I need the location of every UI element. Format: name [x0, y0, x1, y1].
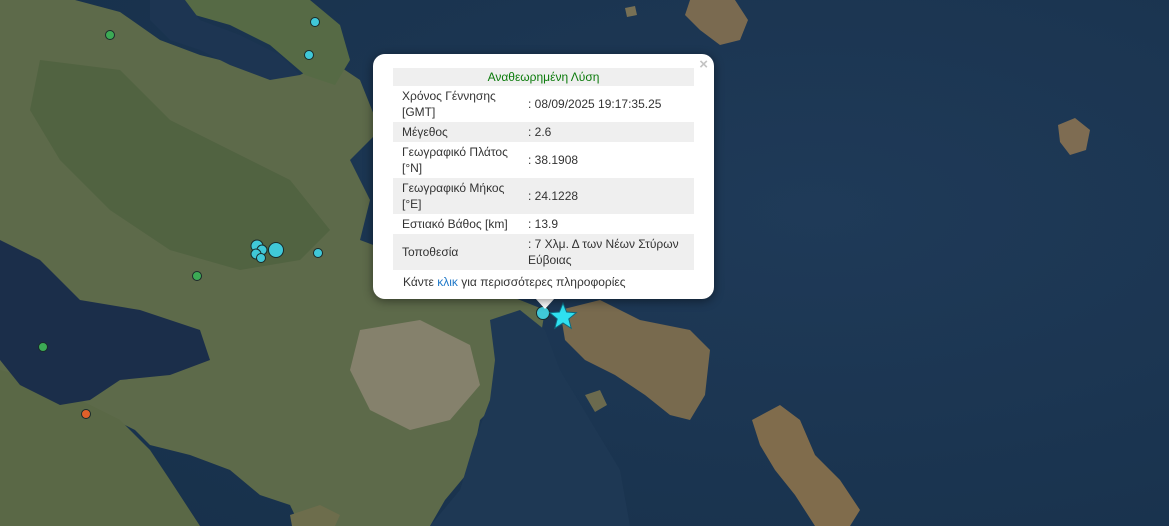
- quake-marker[interactable]: [304, 50, 314, 60]
- field-label: Τοποθεσία: [393, 234, 525, 270]
- info-table: Αναθεωρημένη Λύση Χρόνος Γέννησης [GMT] …: [393, 68, 695, 270]
- field-value: : 13.9: [528, 217, 559, 231]
- close-icon[interactable]: ×: [699, 56, 708, 74]
- popup-tip: [535, 298, 555, 309]
- field-value: : 08/09/2025 19:17:35.25: [528, 97, 662, 111]
- quake-marker[interactable]: [105, 30, 115, 40]
- field-value: : 38.1908: [528, 153, 579, 167]
- quake-marker[interactable]: [256, 253, 266, 263]
- field-label: Εστιακό Βάθος [km]: [402, 217, 508, 231]
- table-row: Τοποθεσία : 7 Χλμ. Δ των Νέων Στύρων Εύβ…: [393, 234, 695, 270]
- quake-marker[interactable]: [38, 342, 48, 352]
- field-label: Μέγεθος: [393, 122, 525, 142]
- field-label: Γεωγραφικό Πλάτος [°N]: [402, 145, 508, 175]
- earthquake-info-popup: × Αναθεωρημένη Λύση Χρόνος Γέννησης [GMT…: [373, 54, 714, 299]
- quake-marker[interactable]: [310, 17, 320, 27]
- quake-marker[interactable]: [81, 409, 91, 419]
- table-row: Μέγεθος : 2.6: [393, 122, 695, 142]
- field-value: : 2.6: [525, 122, 695, 142]
- field-value: : 7 Χλμ. Δ των Νέων Στύρων Εύβοιας: [525, 234, 695, 270]
- field-value: : 24.1228: [525, 178, 695, 214]
- table-row: Εστιακό Βάθος [km] : 13.9: [393, 214, 694, 234]
- more-info-prefix: Κάντε: [403, 275, 434, 289]
- field-label: Γεωγραφικό Μήκος [°E]: [393, 178, 525, 214]
- info-header-row: Αναθεωρημένη Λύση: [393, 68, 695, 86]
- quake-marker[interactable]: [192, 271, 202, 281]
- solution-status: Αναθεωρημένη Λύση: [393, 68, 695, 86]
- more-info-suffix: για περισσότερες πληροφορίες: [461, 275, 626, 289]
- more-info-link[interactable]: κλικ: [437, 275, 458, 289]
- more-info-line: Κάντε κλικ για περισσότερες πληροφορίες: [393, 274, 694, 290]
- field-label: Χρόνος Γέννησης [GMT]: [402, 89, 496, 119]
- table-row: Γεωγραφικό Πλάτος [°N] : 38.1908: [393, 142, 694, 178]
- table-row: Γεωγραφικό Μήκος [°E] : 24.1228: [393, 178, 695, 214]
- table-row: Χρόνος Γέννησης [GMT] : 08/09/2025 19:17…: [393, 86, 694, 122]
- land-island-small-5: [625, 6, 637, 17]
- quake-marker[interactable]: [313, 248, 323, 258]
- quake-marker[interactable]: [268, 242, 284, 258]
